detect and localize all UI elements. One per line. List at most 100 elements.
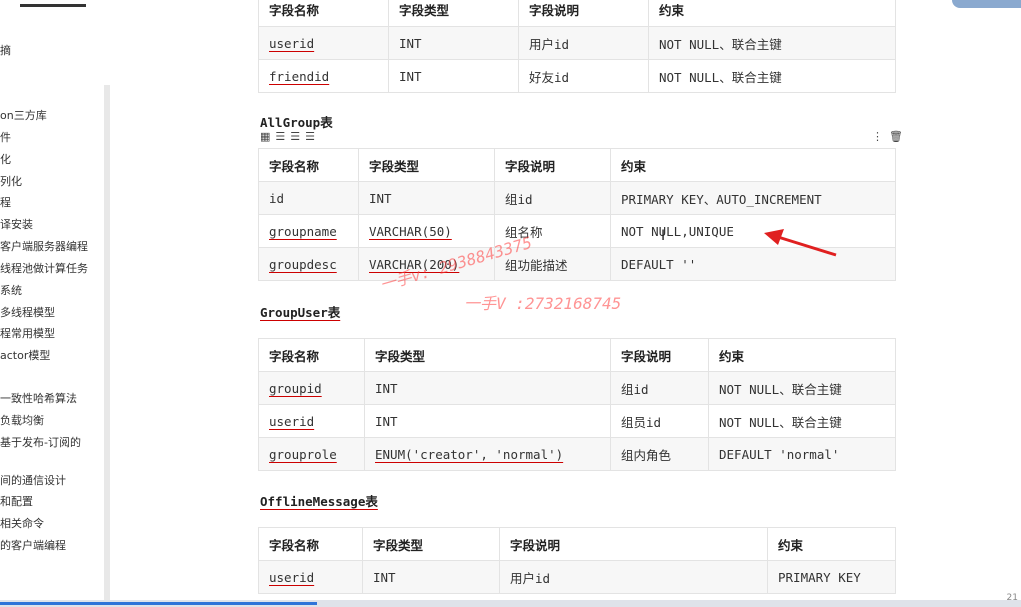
allgroup-header-type: 字段类型 bbox=[358, 148, 495, 182]
table-cell[interactable]: grouprole bbox=[258, 437, 365, 471]
delete-icon[interactable]: 🗑 bbox=[889, 130, 903, 143]
allgroup-heading: AllGroup表 bbox=[260, 115, 333, 130]
sidebar-item[interactable]: 和配置 bbox=[0, 495, 33, 509]
watermark-text: 一手V :2732168745 bbox=[464, 294, 622, 313]
friend-table: 字段名称 字段类型 字段说明 约束 userid INT 用户id NOT NU… bbox=[258, 0, 896, 93]
allgroup-header-name: 字段名称 bbox=[258, 148, 359, 182]
friend-header-type: 字段类型 bbox=[388, 0, 519, 27]
friend-header-desc: 字段说明 bbox=[518, 0, 649, 27]
sidebar-item[interactable]: 译安装 bbox=[0, 218, 33, 232]
align-center-icon[interactable]: ☰ bbox=[290, 130, 300, 143]
table-cell: PRIMARY KEY、AUTO_INCREMENT bbox=[610, 181, 896, 215]
align-right-icon[interactable]: ☰ bbox=[305, 130, 315, 143]
field-name[interactable]: userid bbox=[269, 570, 314, 585]
allgroup-header-constraint: 约束 bbox=[610, 148, 896, 182]
table-cell: NOT NULL、联合主键 bbox=[648, 59, 896, 93]
field-name[interactable]: userid bbox=[269, 414, 314, 429]
table-cell: INT bbox=[364, 404, 611, 438]
sidebar-item[interactable]: 程 bbox=[0, 196, 11, 210]
table-cell[interactable]: userid bbox=[258, 560, 363, 594]
sidebar-item[interactable]: 线程池做计算任务 bbox=[0, 262, 88, 276]
table-cell: 组id bbox=[610, 371, 709, 405]
table-cell: INT bbox=[362, 560, 500, 594]
groupuser-header-type: 字段类型 bbox=[364, 338, 611, 372]
sidebar-item[interactable]: 列化 bbox=[0, 175, 22, 189]
groupuser-heading: GroupUser表 bbox=[260, 305, 341, 320]
offlinemessage-heading: OfflineMessage表 bbox=[260, 494, 378, 509]
table-cell: 好友id bbox=[518, 59, 649, 93]
offlinemessage-table: 字段名称 字段类型 字段说明 约束 userid INT 用户id PRIMAR… bbox=[258, 527, 896, 594]
sidebar-item[interactable]: 件 bbox=[0, 131, 11, 145]
field-name[interactable]: userid bbox=[269, 36, 314, 51]
sidebar-item[interactable]: 化 bbox=[0, 153, 11, 167]
offline-header-type: 字段类型 bbox=[362, 527, 500, 561]
table-cell: DEFAULT '' bbox=[610, 247, 896, 281]
sidebar-item[interactable]: 程常用模型 bbox=[0, 327, 55, 341]
field-type: VARCHAR(50) bbox=[369, 223, 452, 239]
sidebar-item[interactable]: 相关命令 bbox=[0, 517, 44, 531]
field-name[interactable]: friendid bbox=[269, 69, 329, 84]
table-cell[interactable]: friendid bbox=[258, 59, 389, 93]
table-cell: 组内角色 bbox=[610, 437, 709, 471]
table-cell[interactable]: groupname bbox=[258, 214, 359, 248]
video-progress-fill bbox=[0, 602, 317, 605]
table-cell: INT bbox=[388, 26, 519, 60]
field-name[interactable]: groupname bbox=[269, 224, 337, 239]
table-cell: id bbox=[258, 181, 359, 215]
table-cell: NOT NULL、联合主键 bbox=[708, 371, 896, 405]
allgroup-header-desc: 字段说明 bbox=[494, 148, 611, 182]
video-timestamp: 21 bbox=[1006, 593, 1018, 603]
table-cell: 组id bbox=[494, 181, 611, 215]
sidebar-item[interactable]: 间的通信设计 bbox=[0, 474, 66, 488]
sidebar-item[interactable]: actor模型 bbox=[0, 349, 50, 363]
groupuser-header-name: 字段名称 bbox=[258, 338, 365, 372]
table-cell: DEFAULT 'normal' bbox=[708, 437, 896, 471]
groupuser-header-constraint: 约束 bbox=[708, 338, 896, 372]
field-name[interactable]: groupdesc bbox=[269, 257, 337, 272]
table-cell[interactable]: userid bbox=[258, 26, 389, 60]
align-left-icon[interactable]: ☰ bbox=[275, 130, 285, 143]
sidebar-item[interactable]: on三方库 bbox=[0, 109, 47, 123]
field-name[interactable]: grouprole bbox=[269, 447, 337, 462]
sidebar-item[interactable]: 系统 bbox=[0, 284, 22, 298]
table-toolbar-right: ⋮ 🗑 bbox=[872, 130, 903, 143]
sidebar-item[interactable]: 负载均衡 bbox=[0, 414, 44, 428]
table-cell: NOT NULL、联合主键 bbox=[648, 26, 896, 60]
sidebar-item[interactable]: 多线程模型 bbox=[0, 306, 55, 320]
document-body: 字段名称 字段类型 字段说明 约束 userid INT 用户id NOT NU… bbox=[112, 0, 1021, 607]
field-name[interactable]: groupid bbox=[269, 381, 322, 396]
sidebar-header-bar bbox=[20, 4, 86, 7]
offline-header-desc: 字段说明 bbox=[499, 527, 768, 561]
table-cell: INT bbox=[388, 59, 519, 93]
allgroup-table: 字段名称 字段类型 字段说明 约束 id INT 组id PRIMARY KEY… bbox=[258, 148, 896, 281]
sidebar-item[interactable]: 的客户端编程 bbox=[0, 539, 66, 553]
table-cell[interactable]: userid bbox=[258, 404, 365, 438]
more-vertical-icon[interactable]: ⋮ bbox=[872, 130, 883, 143]
table-cell: INT bbox=[364, 371, 611, 405]
sidebar-scrollbar[interactable] bbox=[104, 85, 110, 600]
table-cell: PRIMARY KEY bbox=[767, 560, 896, 594]
table-cell: NOT NULL、联合主键 bbox=[708, 404, 896, 438]
table-cell: NOT NULL,UNIQUE bbox=[610, 214, 896, 248]
table-toolbar: ▦ ☰ ☰ ☰ bbox=[260, 130, 315, 143]
sidebar-outline: 摘 on三方库件化列化程译安装客户端服务器编程 线程池做计算任务 系统多线程模型程常用… bbox=[0, 0, 112, 607]
groupuser-header-desc: 字段说明 bbox=[610, 338, 709, 372]
table-cell: 组员id bbox=[610, 404, 709, 438]
video-progress-bar[interactable] bbox=[0, 600, 1021, 607]
table-cell: VARCHAR(50) bbox=[358, 214, 495, 248]
sidebar-item[interactable]: 一致性哈希算法 bbox=[0, 392, 77, 406]
table-cell[interactable]: groupdesc bbox=[258, 247, 359, 281]
sidebar-item[interactable]: 摘 bbox=[0, 44, 11, 58]
offline-header-constraint: 约束 bbox=[767, 527, 896, 561]
friend-header-constraint: 约束 bbox=[648, 0, 896, 27]
friend-header-name: 字段名称 bbox=[258, 0, 389, 27]
groupuser-table: 字段名称 字段类型 字段说明 约束 groupid INT 组id NOT NU… bbox=[258, 338, 896, 471]
annotation-arrow-icon bbox=[764, 229, 837, 257]
sidebar-item[interactable]: 客户端服务器编程 bbox=[0, 240, 88, 254]
sidebar-item[interactable]: 基于发布-订阅的 bbox=[0, 436, 81, 450]
table-cell: ENUM('creator', 'normal') bbox=[364, 437, 611, 471]
table-cell[interactable]: groupid bbox=[258, 371, 365, 405]
table-cell: 用户id bbox=[499, 560, 768, 594]
grid-icon[interactable]: ▦ bbox=[260, 130, 270, 143]
text-cursor-icon: I bbox=[661, 228, 666, 244]
